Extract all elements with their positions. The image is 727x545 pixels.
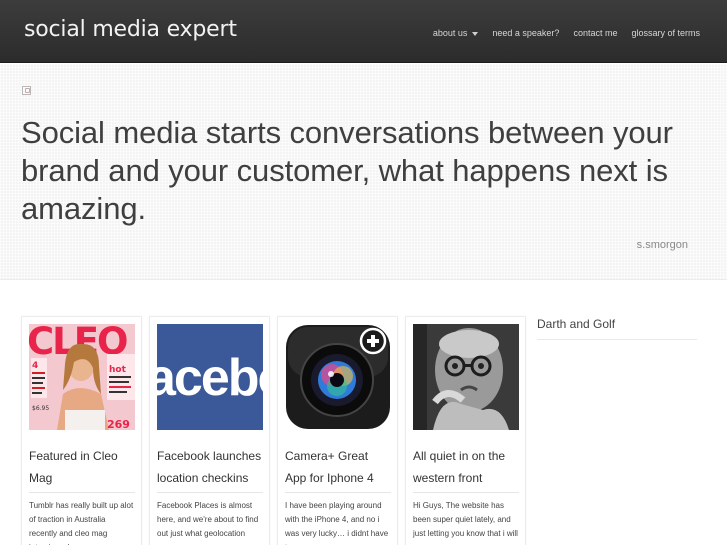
nav-glossary-label: glossary of terms: [631, 28, 700, 38]
post-title[interactable]: Featured in Cleo Mag: [29, 445, 135, 489]
top-navigation-bar: social media expert about us need a spea…: [0, 0, 727, 63]
sidebar-divider: [537, 339, 697, 340]
nav-need-a-speaker-label: need a speaker?: [492, 28, 560, 38]
divider: [285, 492, 391, 493]
chevron-down-icon: [472, 31, 479, 36]
facebook-wordmark: acebo: [157, 349, 263, 407]
broken-image-icon: [22, 86, 31, 95]
cleo-magazine-thumbnail[interactable]: CLEO 4 hot $6.95 269: [29, 324, 135, 430]
svg-text:4: 4: [32, 361, 38, 371]
nav-need-a-speaker[interactable]: need a speaker?: [492, 28, 559, 38]
quote-author: s.smorgon: [636, 239, 688, 251]
post-title[interactable]: Facebook launches location checkins: [157, 445, 263, 489]
nav-about-us[interactable]: about us: [433, 28, 479, 38]
divider: [29, 492, 135, 493]
post-card-facebook: acebo Facebook launches location checkin…: [149, 316, 270, 545]
divider: [413, 492, 519, 493]
post-excerpt: Hi Guys, The website has been super quie…: [413, 501, 518, 538]
sidebar-post-title[interactable]: Darth and Golf: [537, 317, 615, 331]
post-excerpt: Tumblr has really built up alot of tract…: [29, 501, 134, 545]
svg-text:hot: hot: [109, 365, 127, 375]
nav-glossary[interactable]: glossary of terms: [631, 28, 700, 38]
facebook-logo-thumbnail[interactable]: acebo: [157, 324, 263, 430]
hero-quote-section: Social media starts conversations betwee…: [0, 64, 727, 280]
camera-plus-icon-thumbnail[interactable]: [285, 324, 391, 430]
elderly-man-photo-thumbnail[interactable]: [413, 324, 519, 430]
post-card-western-front: All quiet in on the western front Hi Guy…: [405, 316, 526, 545]
divider: [157, 492, 263, 493]
nav-contact-me[interactable]: contact me: [573, 28, 617, 38]
nav-contact-me-label: contact me: [573, 28, 618, 38]
main-nav: about us need a speaker? contact me glos…: [433, 28, 700, 38]
hero-quote: Social media starts conversations betwee…: [21, 115, 673, 226]
post-excerpt: Facebook Places is almost here, and we'r…: [157, 501, 259, 538]
post-card-cleo: CLEO 4 hot $6.95 269 Featured in Cleo Ma…: [21, 316, 142, 545]
post-card-camera-plus: Camera+ Great App for Iphone 4 I have be…: [277, 316, 398, 545]
cleo-cover-price: $6.95: [32, 405, 49, 412]
post-excerpt: I have been playing around with the iPho…: [285, 501, 389, 545]
post-title[interactable]: All quiet in on the western front: [413, 445, 519, 489]
cleo-cover-issue: 269: [107, 418, 130, 430]
nav-about-us-label: about us: [432, 28, 468, 38]
post-title[interactable]: Camera+ Great App for Iphone 4: [285, 445, 391, 489]
site-logo[interactable]: social media expert: [24, 17, 237, 42]
